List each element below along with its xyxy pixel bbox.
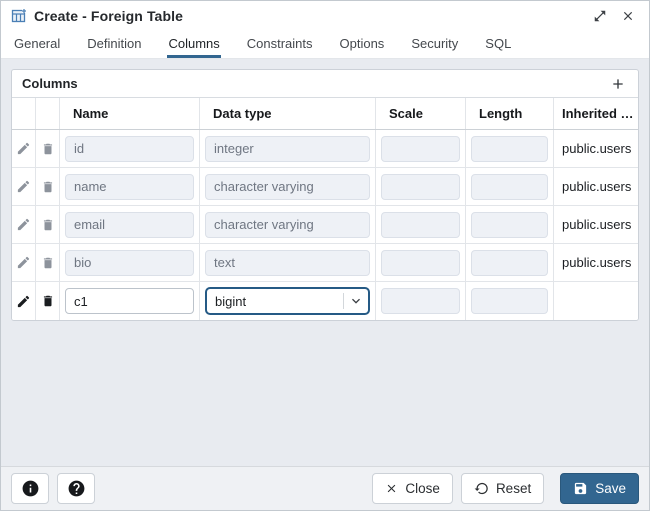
question-icon: [68, 480, 84, 497]
data-type-input: [205, 135, 370, 162]
column-name-input: [65, 211, 194, 238]
dialog-footer: Close Reset Save: [1, 466, 649, 510]
length-input: [471, 288, 548, 314]
header-edit-column: [12, 98, 36, 129]
pencil-icon[interactable]: [16, 293, 32, 309]
data-type-input: [205, 211, 370, 238]
dialog-titlebar: Create - Foreign Table: [1, 1, 649, 31]
column-name-input: [65, 173, 194, 200]
trash-icon: [40, 141, 56, 157]
add-column-button[interactable]: [608, 74, 628, 94]
dialog-title: Create - Foreign Table: [34, 8, 183, 24]
plus-icon: [613, 78, 623, 89]
tab-options[interactable]: Options: [339, 31, 386, 58]
tab-general[interactable]: General: [13, 31, 61, 58]
columns-panel: Columns Name Data type Scale Length Inhe…: [11, 69, 639, 321]
tab-definition[interactable]: Definition: [86, 31, 142, 58]
close-button[interactable]: Close: [372, 473, 453, 504]
header-scale: Scale: [376, 98, 466, 129]
pencil-icon[interactable]: [16, 141, 32, 157]
inherited-from-value: public.users: [562, 217, 632, 232]
header-length: Length: [466, 98, 554, 129]
header-data-type: Data type: [200, 98, 376, 129]
trash-icon: [40, 255, 56, 271]
columns-table-header: Name Data type Scale Length Inherited Fr…: [12, 98, 638, 130]
trash-icon: [40, 179, 56, 195]
header-inherited-from: Inherited From: [562, 106, 638, 121]
tab-security[interactable]: Security: [410, 31, 459, 58]
pencil-icon[interactable]: [16, 255, 32, 271]
data-type-select[interactable]: bigint: [205, 287, 370, 315]
trash-icon: [40, 217, 56, 233]
save-icon: [573, 481, 588, 496]
pencil-icon[interactable]: [16, 179, 32, 195]
columns-table-body: public.users: [12, 130, 638, 320]
column-name-input[interactable]: [65, 288, 194, 314]
columns-panel-header: Columns: [12, 70, 638, 98]
scale-input: [381, 211, 460, 238]
inherited-from-value: public.users: [562, 179, 632, 194]
create-foreign-table-dialog: Create - Foreign Table General Definition…: [0, 0, 650, 511]
length-input: [471, 249, 548, 276]
tab-columns[interactable]: Columns: [167, 31, 221, 58]
column-name-input: [65, 249, 194, 276]
save-button[interactable]: Save: [560, 473, 639, 504]
inherited-from-value: public.users: [562, 255, 632, 270]
column-row: public.users: [12, 206, 638, 244]
columns-panel-title: Columns: [22, 76, 78, 91]
info-button[interactable]: [11, 473, 49, 504]
foreign-table-icon: [11, 8, 27, 24]
reset-icon: [474, 481, 489, 496]
column-row: public.users: [12, 244, 638, 282]
pencil-icon[interactable]: [16, 217, 32, 233]
trash-icon[interactable]: [40, 293, 56, 309]
column-row: bigint: [12, 282, 638, 320]
data-type-input: [205, 249, 370, 276]
column-row: public.users: [12, 130, 638, 168]
chevron-down-icon: [344, 293, 368, 309]
close-icon[interactable]: [617, 5, 639, 27]
data-type-input: [205, 173, 370, 200]
scale-input: [381, 249, 460, 276]
column-name-input: [65, 135, 194, 162]
inherited-from-value: public.users: [562, 141, 632, 156]
dialog-content: Columns Name Data type Scale Length Inhe…: [1, 59, 649, 466]
maximize-icon[interactable]: [589, 5, 611, 27]
info-icon: [22, 480, 38, 497]
tab-bar: General Definition Columns Constraints Optio…: [1, 31, 649, 59]
length-input: [471, 173, 548, 200]
tab-constraints[interactable]: Constraints: [246, 31, 314, 58]
close-x-icon: [385, 482, 398, 495]
scale-input: [381, 173, 460, 200]
length-input: [471, 211, 548, 238]
header-name: Name: [60, 98, 200, 129]
tab-sql[interactable]: SQL: [484, 31, 512, 58]
header-delete-column: [36, 98, 60, 129]
reset-button[interactable]: Reset: [460, 473, 545, 504]
scale-input: [381, 135, 460, 162]
help-button[interactable]: [57, 473, 95, 504]
length-input: [471, 135, 548, 162]
column-row: public.users: [12, 168, 638, 206]
scale-input: [381, 288, 460, 314]
